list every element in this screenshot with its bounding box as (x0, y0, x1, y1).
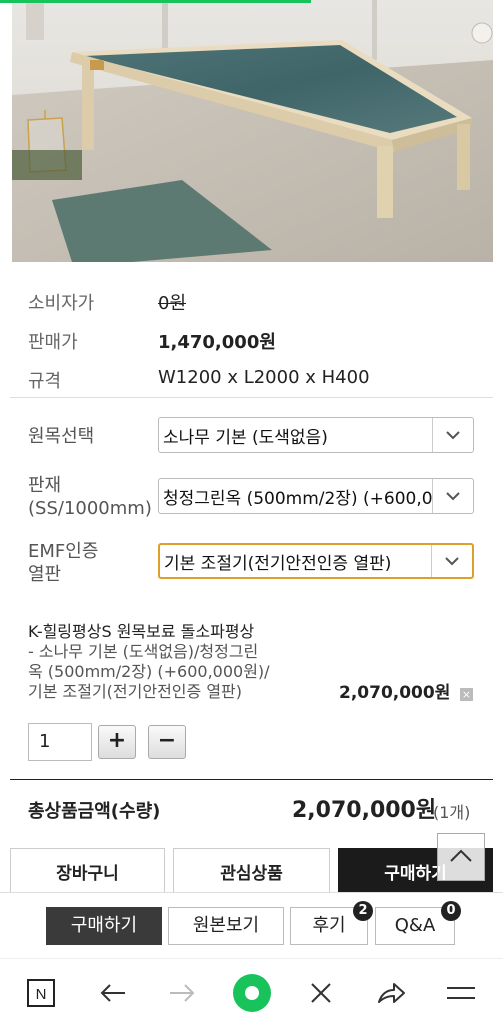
select-emf-value: 기본 조절기(전기안전인증 열판) (164, 553, 392, 574)
option-label-emf-line1: EMF인증 (28, 541, 99, 562)
option-label-wood-text: 원목선택 (28, 426, 95, 447)
select-wood[interactable]: 소나무 기본 (도색없음) (158, 417, 474, 453)
arrow-right-icon[interactable] (160, 971, 204, 1015)
quantity-minus-button[interactable]: − (148, 725, 186, 759)
option-label-wood: 원목선택 (28, 425, 94, 448)
arrow-left-icon[interactable] (91, 971, 135, 1015)
menu-icon[interactable] (439, 971, 483, 1015)
selected-item-line: - 소나무 기본 (도색없음)/청정그린 (28, 642, 259, 661)
option-label-plate-line2: (SS/1000mm) (28, 498, 152, 519)
consumer-price-label: 소비자가 (28, 293, 95, 314)
sale-price-row: 판매가 1,470,000원 (28, 328, 276, 354)
browser-nav-bar: N (0, 958, 503, 1025)
option-label-plate: 판재 (SS/1000mm) (28, 474, 152, 520)
quantity-input[interactable]: 1 (28, 723, 92, 761)
selected-item-price: 2,070,000원 (339, 683, 451, 703)
naver-n-icon[interactable]: N (19, 971, 63, 1015)
selected-item-line: 옥 (500mm/2장) (+600,000원)/ (28, 662, 270, 681)
select-wood-value: 소나무 기본 (도색없음) (163, 427, 328, 448)
total-count: (1개) (433, 803, 471, 822)
green-dot-icon[interactable] (230, 971, 274, 1015)
total-amount: 2,070,000원 (292, 798, 437, 823)
cart-button[interactable]: 장바구니 (10, 848, 165, 892)
sale-price-label: 판매가 (28, 332, 78, 353)
delete-item-button[interactable]: × (460, 688, 473, 701)
page-load-progress (0, 0, 311, 3)
scroll-top-button[interactable] (437, 833, 485, 881)
reviews-badge: 2 (353, 901, 373, 921)
consumer-price-row: 소비자가 0원 (28, 289, 186, 315)
share-icon[interactable] (369, 971, 413, 1015)
quantity-plus-button[interactable]: + (98, 725, 136, 759)
select-plate[interactable]: 청정그린옥 (500mm/2장) (+600,000원) (158, 478, 474, 514)
wishlist-button[interactable]: 관심상품 (173, 848, 330, 892)
option-label-emf-line2: 열판 (28, 564, 62, 585)
chevron-down-icon (432, 418, 473, 452)
chevron-down-icon (431, 545, 472, 577)
chevron-down-icon (432, 479, 473, 513)
select-emf[interactable]: 기본 조절기(전기안전인증 열판) (158, 543, 474, 579)
close-icon[interactable] (299, 971, 343, 1015)
total-label: 총상품금액(수량) (28, 801, 161, 822)
selected-item-name: K-힐링평상S 원목보료 돌소파평상 - 소나무 기본 (도색없음)/청정그린 … (28, 622, 308, 702)
svg-text:N: N (36, 986, 47, 1003)
qa-badge: 0 (441, 901, 461, 921)
selected-item-line: K-힐링평상S 원목보료 돌소파평상 (28, 622, 255, 641)
spec-row: 규격 W1200 x L2000 x H400 (28, 367, 370, 393)
chevron-up-icon (449, 848, 473, 867)
option-label-emf: EMF인증 열판 (28, 540, 98, 586)
select-plate-value: 청정그린옥 (500mm/2장) (+600,000원) (163, 488, 432, 509)
spec-value: W1200 x L2000 x H400 (158, 367, 370, 388)
spec-label: 규격 (28, 371, 62, 392)
divider (10, 397, 493, 398)
tab-buy[interactable]: 구매하기 (46, 907, 162, 945)
product-tab-bar: 구매하기 원본보기 후기 2 Q&A 0 (0, 892, 503, 959)
tab-original[interactable]: 원본보기 (168, 907, 284, 945)
consumer-price-value: 0원 (158, 293, 187, 314)
sale-price-value: 1,470,000원 (158, 332, 276, 353)
product-image[interactable] (12, 0, 493, 262)
divider (10, 779, 493, 780)
selected-item-line: 기본 조절기(전기안전인증 열판) (28, 682, 243, 701)
option-label-plate-line1: 판재 (28, 475, 62, 496)
